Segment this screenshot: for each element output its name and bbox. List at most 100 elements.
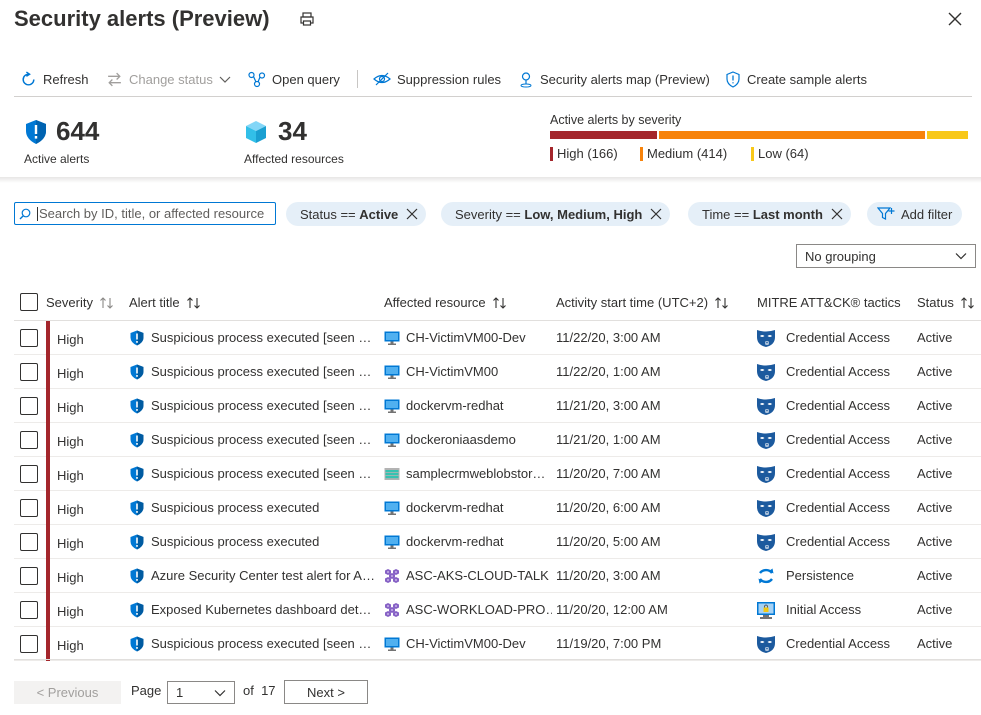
legend-low-swatch (751, 146, 754, 161)
affected-resource-cell[interactable]: CH-VictimVM00-Dev (384, 627, 552, 660)
affected-resource-cell[interactable]: dockeroniaasdemo (384, 423, 552, 456)
alert-title-cell[interactable]: Azure Security Center test alert for A… (129, 559, 381, 592)
row-checkbox[interactable] (20, 532, 38, 551)
table-row[interactable]: High Suspicious process executed [seen … C… (14, 627, 981, 661)
alert-title-cell[interactable]: Exposed Kubernetes dashboard det… (129, 593, 381, 626)
alert-title-cell[interactable]: Suspicious process executed [seen … (129, 627, 381, 660)
affected-resource[interactable]: ASC-AKS-CLOUD-TALK (406, 568, 549, 583)
next-page-button[interactable]: Next > (284, 680, 368, 704)
affected-resource-cell[interactable]: dockervm-redhat (384, 525, 552, 558)
alert-title-cell[interactable]: Suspicious process executed (129, 491, 381, 524)
alert-title-cell[interactable]: Suspicious process executed [seen … (129, 321, 381, 354)
alert-title[interactable]: Suspicious process executed [seen … (151, 330, 371, 345)
row-checkbox[interactable] (20, 634, 38, 653)
table-row[interactable]: High Azure Security Center test alert for… (14, 559, 981, 593)
header-status[interactable]: Status (917, 295, 976, 310)
affected-resource[interactable]: CH-VictimVM00-Dev (406, 330, 526, 345)
affected-resource-cell[interactable]: samplecrmweblobstor… (384, 457, 552, 490)
affected-resource-cell[interactable]: dockervm-redhat (384, 491, 552, 524)
row-checkbox-cell[interactable] (20, 559, 38, 592)
filter-time-pill[interactable]: Time == Last month (688, 202, 851, 226)
alert-title-cell[interactable]: Suspicious process executed [seen … (129, 423, 381, 456)
alert-title[interactable]: Suspicious process executed [seen … (151, 364, 371, 379)
remove-filter-icon[interactable] (650, 208, 662, 220)
row-checkbox-cell[interactable] (20, 355, 38, 388)
affected-resource[interactable]: dockervm-redhat (406, 398, 504, 413)
affected-resource[interactable]: CH-VictimVM00 (406, 364, 498, 379)
row-checkbox-cell[interactable] (20, 593, 38, 626)
grouping-dropdown[interactable]: No grouping (796, 244, 976, 268)
table-row[interactable]: High Suspicious process executed dockervm-… (14, 525, 981, 559)
row-checkbox-cell[interactable] (20, 423, 38, 456)
row-checkbox[interactable] (20, 600, 38, 619)
alert-title[interactable]: Suspicious process executed (151, 500, 319, 515)
previous-page-button[interactable]: < Previous (14, 681, 121, 704)
affected-resource-cell[interactable]: ASC-WORKLOAD-PRO… (384, 593, 552, 626)
header-severity[interactable]: Severity (46, 295, 115, 310)
affected-resource[interactable]: dockervm-redhat (406, 500, 504, 515)
affected-resource[interactable]: dockeroniaasdemo (406, 432, 516, 447)
table-row[interactable]: High Suspicious process executed [seen … C… (14, 321, 981, 355)
print-icon[interactable] (299, 11, 315, 27)
table-row[interactable]: High Suspicious process executed [seen … s… (14, 457, 981, 491)
grouping-value: No grouping (805, 248, 876, 264)
alert-title[interactable]: Exposed Kubernetes dashboard det… (151, 602, 371, 617)
alert-title-cell[interactable]: Suspicious process executed [seen … (129, 389, 381, 422)
add-filter-button[interactable]: Add filter (867, 202, 963, 226)
table-row[interactable]: High Suspicious process executed dockervm-… (14, 491, 981, 525)
header-alert-title[interactable]: Alert title (129, 295, 202, 310)
row-checkbox[interactable] (20, 328, 38, 347)
alert-title-cell[interactable]: Suspicious process executed [seen … (129, 457, 381, 490)
table-row[interactable]: High Exposed Kubernetes dashboard det… ASC… (14, 593, 981, 627)
alert-title[interactable]: Suspicious process executed [seen … (151, 398, 371, 413)
refresh-button[interactable]: Refresh (20, 69, 89, 89)
filter-severity-pill[interactable]: Severity == Low, Medium, High (441, 202, 671, 226)
affected-resource[interactable]: dockervm-redhat (406, 534, 504, 549)
table-row[interactable]: High Suspicious process executed [seen … d… (14, 423, 981, 457)
filter-status-pill[interactable]: Status == Active (286, 202, 427, 226)
affected-resource-cell[interactable]: dockervm-redhat (384, 389, 552, 422)
affected-resource[interactable]: samplecrmweblobstor… (406, 466, 545, 481)
affected-resource-cell[interactable]: CH-VictimVM00-Dev (384, 321, 552, 354)
alert-title[interactable]: Azure Security Center test alert for A… (151, 568, 375, 583)
row-checkbox[interactable] (20, 566, 38, 585)
row-checkbox[interactable] (20, 362, 38, 381)
remove-filter-icon[interactable] (406, 208, 418, 220)
row-checkbox[interactable] (20, 464, 38, 483)
affected-resource-cell[interactable]: CH-VictimVM00 (384, 355, 552, 388)
affected-resource-cell[interactable]: ASC-AKS-CLOUD-TALK (384, 559, 552, 592)
select-all-checkbox[interactable] (20, 293, 38, 311)
table-row[interactable]: High Suspicious process executed [seen … d… (14, 389, 981, 423)
search-input[interactable]: Search by ID, title, or affected resourc… (14, 202, 276, 225)
alert-title[interactable]: Suspicious process executed [seen … (151, 636, 371, 651)
row-checkbox[interactable] (20, 498, 38, 517)
remove-filter-icon[interactable] (831, 208, 843, 220)
alerts-map-button[interactable]: Security alerts map (Preview) (518, 69, 710, 89)
alert-title[interactable]: Suspicious process executed [seen … (151, 432, 371, 447)
alert-title-cell[interactable]: Suspicious process executed (129, 525, 381, 558)
suppression-rules-button[interactable]: Suppression rules (373, 69, 501, 89)
alert-title-cell[interactable]: Suspicious process executed [seen … (129, 355, 381, 388)
severity-indicator (46, 627, 50, 661)
row-checkbox-cell[interactable] (20, 491, 38, 524)
alert-title[interactable]: Suspicious process executed [seen … (151, 466, 371, 481)
row-checkbox[interactable] (20, 430, 38, 449)
row-checkbox-cell[interactable] (20, 321, 38, 354)
header-affected-resource[interactable]: Affected resource (384, 295, 508, 310)
change-status-button[interactable]: Change status (106, 69, 231, 89)
open-query-button[interactable]: Open query (248, 69, 340, 89)
affected-resource[interactable]: CH-VictimVM00-Dev (406, 636, 526, 651)
row-checkbox-cell[interactable] (20, 525, 38, 558)
row-checkbox[interactable] (20, 396, 38, 415)
header-activity-start[interactable]: Activity start time (UTC+2) (556, 295, 730, 310)
create-sample-alerts-button[interactable]: Create sample alerts (725, 69, 867, 89)
row-checkbox-cell[interactable] (20, 457, 38, 490)
page-select-dropdown[interactable]: 1 (167, 681, 235, 704)
activity-time-cell: 11/21/20, 3:00 AM (556, 398, 661, 413)
close-icon[interactable] (947, 11, 963, 27)
row-checkbox-cell[interactable] (20, 389, 38, 422)
affected-resource[interactable]: ASC-WORKLOAD-PRO… (406, 602, 552, 617)
table-row[interactable]: High Suspicious process executed [seen … C… (14, 355, 981, 389)
alert-title[interactable]: Suspicious process executed (151, 534, 319, 549)
row-checkbox-cell[interactable] (20, 627, 38, 660)
